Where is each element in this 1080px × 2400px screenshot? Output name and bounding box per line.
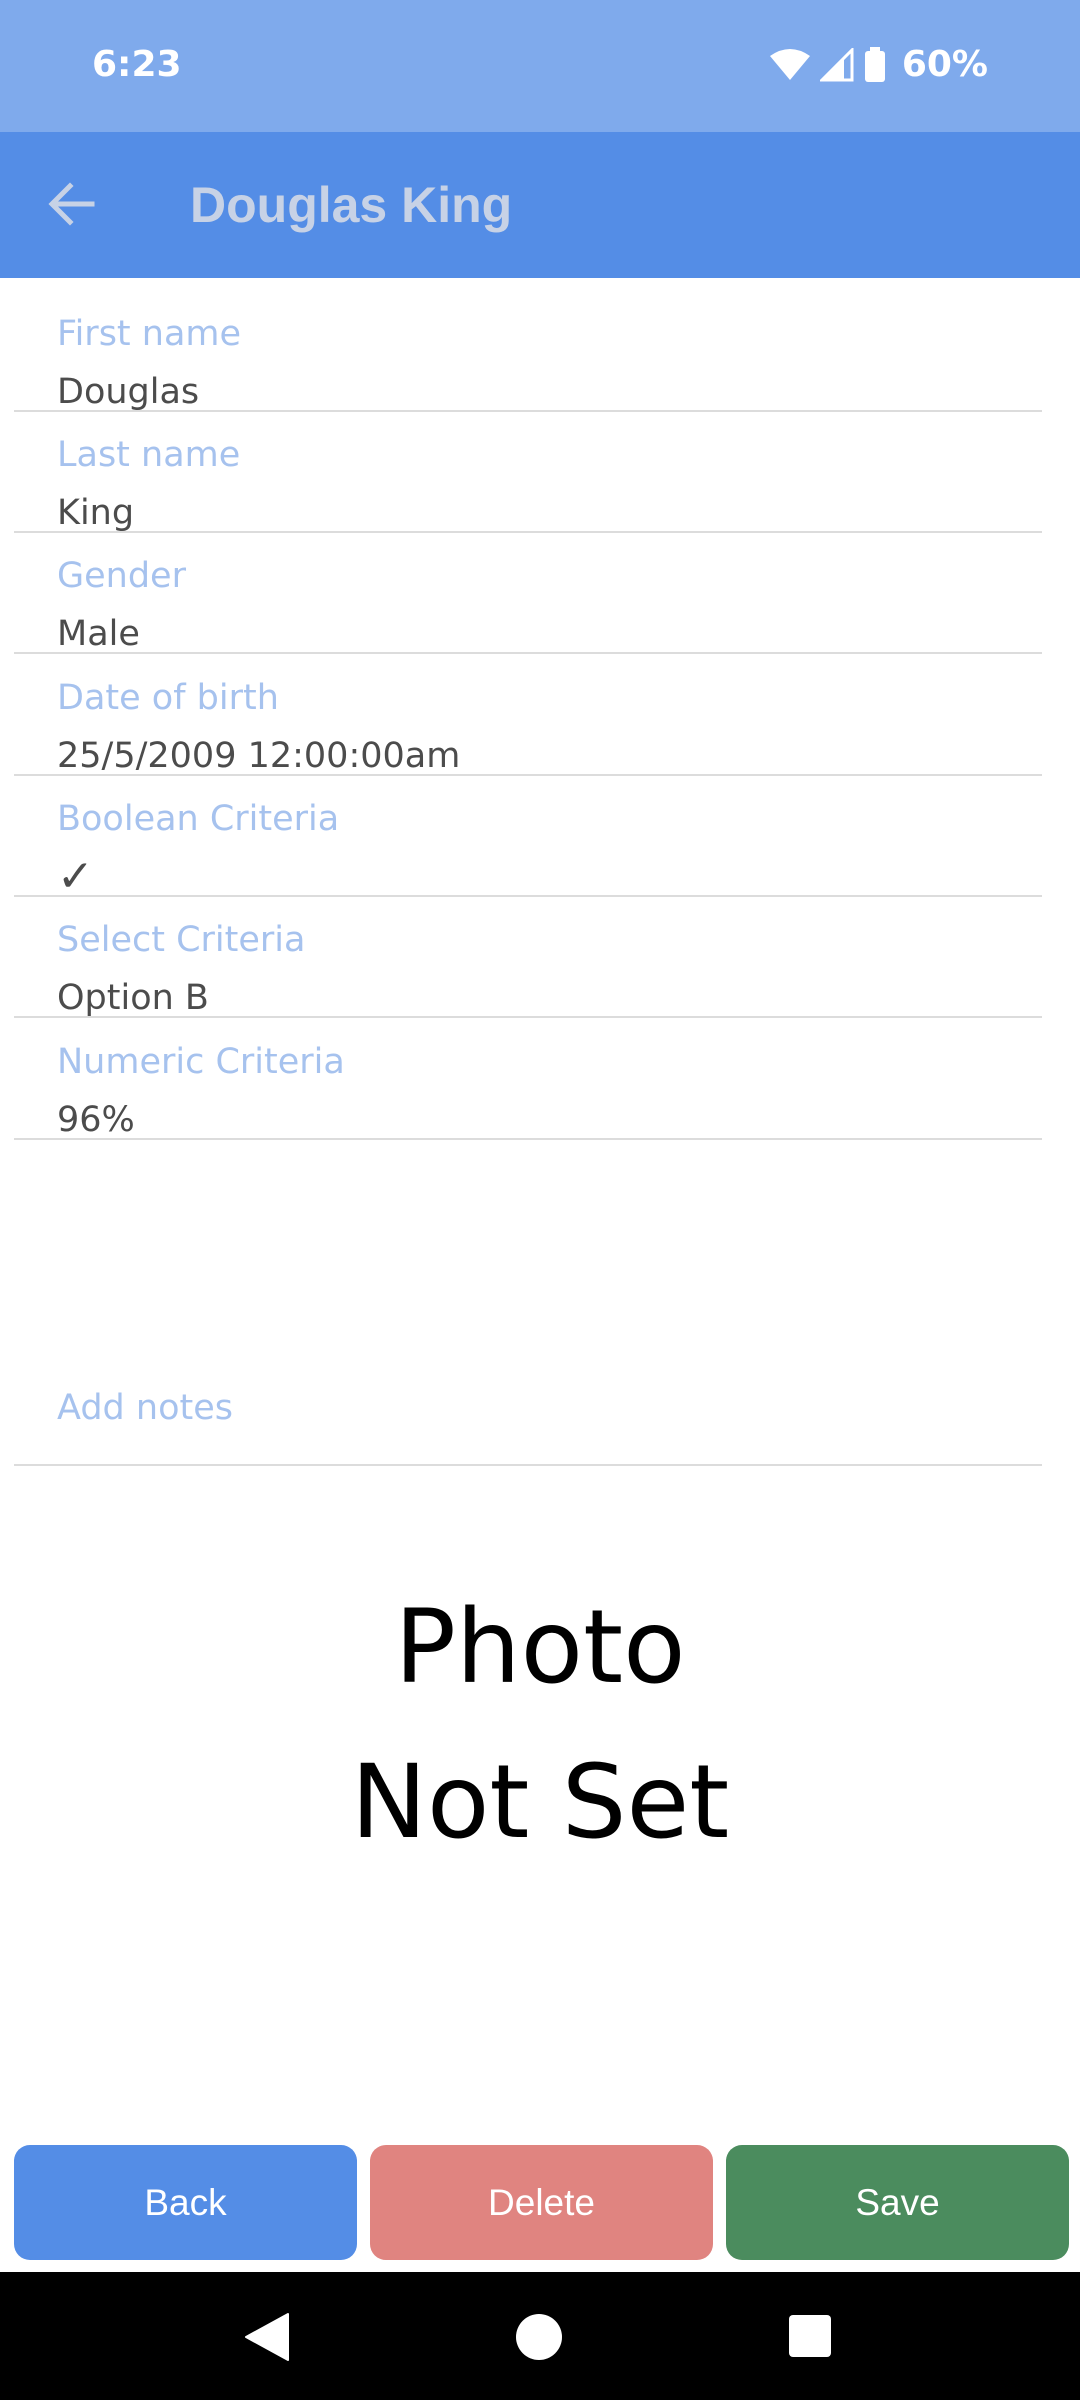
field-label: Boolean Criteria: [57, 799, 340, 839]
field-value: 25/5/2009 12:00:00am: [57, 736, 461, 776]
status-icons: 60%: [769, 44, 988, 85]
field-value: 96%: [57, 1100, 135, 1140]
checkmark-icon: ✓: [57, 851, 94, 902]
field-date-of-birth[interactable]: Date of birth 25/5/2009 12:00:00am: [14, 656, 1042, 776]
field-boolean-criteria[interactable]: Boolean Criteria ✓: [14, 777, 1042, 902]
photo-placeholder-line1: Photo: [394, 1588, 686, 1707]
field-label: Gender: [57, 556, 186, 596]
delete-button[interactable]: Delete: [370, 2145, 713, 2260]
field-select-criteria[interactable]: Select Criteria Option B: [14, 898, 1042, 1018]
field-label: Numeric Criteria: [57, 1042, 345, 1082]
field-label: First name: [57, 314, 242, 354]
field-gender[interactable]: Gender Male: [14, 534, 1042, 654]
field-value: Douglas: [57, 372, 200, 412]
field-label: Last name: [57, 435, 241, 475]
field-value: Male: [57, 614, 140, 654]
battery-icon: [864, 46, 885, 82]
page-title: Douglas King: [190, 177, 513, 233]
field-label: Select Criteria: [57, 920, 306, 960]
arrow-left-icon[interactable]: [40, 172, 104, 236]
app-bar: Douglas King: [0, 132, 1080, 278]
battery-percentage: 60%: [901, 44, 988, 85]
wifi-icon: [769, 48, 810, 80]
nav-recents-icon[interactable]: [788, 2314, 832, 2358]
field-value: King: [57, 493, 135, 533]
nav-home-icon[interactable]: [514, 2312, 564, 2362]
system-nav-bar: [0, 2272, 1080, 2400]
notes-input[interactable]: Add notes: [14, 1140, 1042, 1466]
photo-placeholder[interactable]: Photo Not Set: [240, 1570, 840, 1870]
back-button[interactable]: Back: [14, 2145, 357, 2260]
signal-icon: [819, 47, 854, 81]
status-time: 6:23: [92, 44, 182, 85]
save-button[interactable]: Save: [726, 2145, 1069, 2260]
field-value: Option B: [57, 978, 209, 1018]
field-last-name[interactable]: Last name King: [14, 413, 1042, 533]
field-numeric-criteria[interactable]: Numeric Criteria 96%: [14, 1020, 1042, 1140]
photo-placeholder-line2: Not Set: [350, 1743, 730, 1862]
field-first-name[interactable]: First name Douglas: [14, 292, 1042, 412]
status-bar: 6:23 60%: [0, 0, 1080, 132]
notes-placeholder: Add notes: [57, 1388, 233, 1428]
field-label: Date of birth: [57, 678, 279, 718]
nav-back-icon[interactable]: [244, 2312, 290, 2362]
